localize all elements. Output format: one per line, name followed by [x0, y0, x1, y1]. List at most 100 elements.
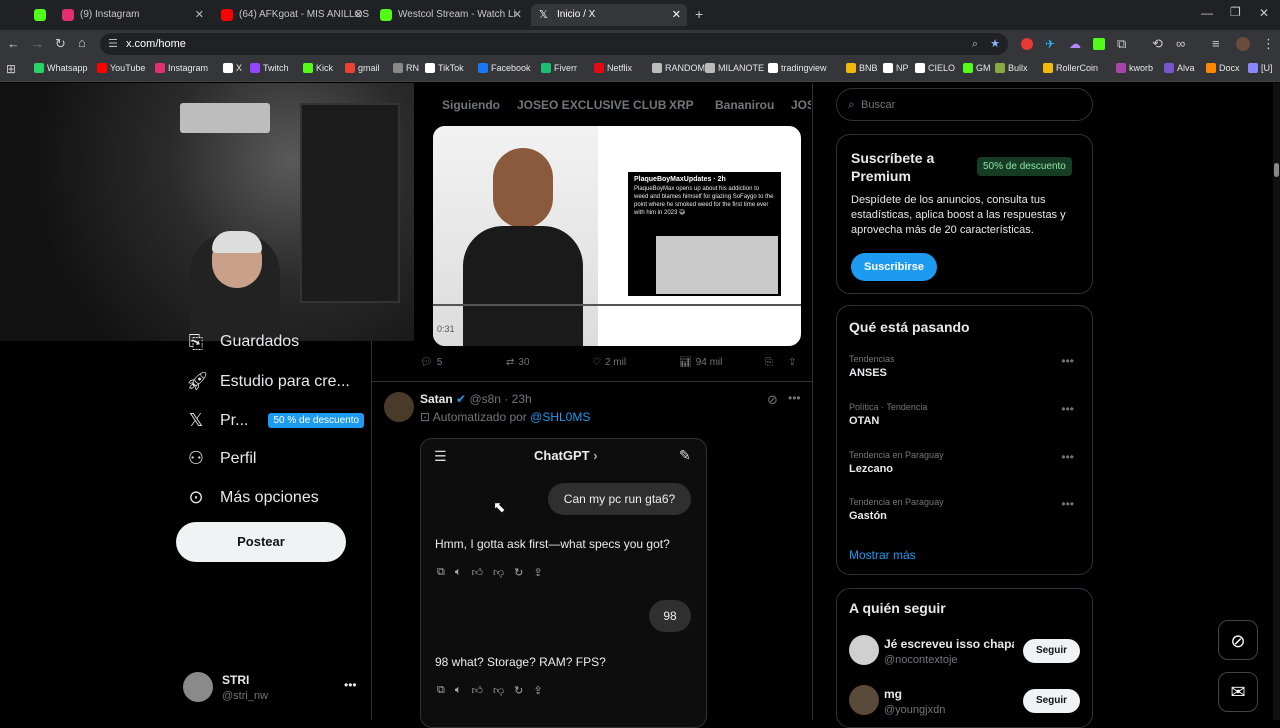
close-icon[interactable]: ✕	[195, 4, 204, 26]
automated-by-link[interactable]: @SHL0MS	[530, 410, 590, 424]
messages-button[interactable]: ✉	[1218, 672, 1258, 712]
tab-siguiendo[interactable]: Siguiendo	[442, 98, 500, 112]
forward-icon[interactable]: →	[31, 36, 44, 51]
show-more-link[interactable]: Mostrar más	[849, 548, 916, 562]
bookmark-item[interactable]: X	[223, 63, 242, 73]
share-button[interactable]: ⇪	[788, 357, 796, 368]
bookmark-item[interactable]: tradingview	[768, 63, 827, 73]
tab-youtube[interactable]: (64) AFKgoat - MIS ANILLOS DE ✕	[213, 4, 369, 26]
reading-list-icon[interactable]: ≡	[1212, 36, 1220, 51]
bookmark-item[interactable]: Whatsapp	[34, 63, 88, 73]
close-icon[interactable]: ✕	[672, 4, 681, 26]
tab-joseo[interactable]: JOSEO EXCLUSIVE CLUB	[517, 98, 666, 112]
bookmark-button[interactable]: ⎘	[765, 357, 773, 368]
reply-button[interactable]: 💬︎ 5	[420, 357, 442, 368]
trend-item[interactable]: Tendencias ANSES	[849, 354, 1079, 379]
follow-name[interactable]: Jé escreveu isso chapa...	[884, 637, 1014, 651]
bookmark-item[interactable]: kworb	[1116, 63, 1153, 73]
tab-jos[interactable]: JOS	[791, 98, 811, 112]
sidebar-item-more[interactable]: ⊙ Más opciones	[186, 487, 318, 508]
bookmark-item[interactable]: NP	[883, 63, 909, 73]
author-handle[interactable]: @s8n	[469, 392, 501, 406]
close-icon[interactable]: ✕	[513, 4, 522, 26]
views-button[interactable]: 📊︎ 94 mil	[679, 357, 722, 368]
bookmark-item[interactable]: gmail	[345, 63, 380, 73]
bookmark-item[interactable]: Netflix	[594, 63, 632, 73]
tab-x-home[interactable]: 𝕏 Inicio / X ✕	[531, 4, 687, 26]
close-window-icon[interactable]: ✕	[1259, 6, 1269, 20]
star-icon[interactable]: ★	[990, 33, 1000, 55]
sidebar-item-profile[interactable]: ⚇ Perfil	[186, 448, 257, 469]
maximize-icon[interactable]: ❐	[1230, 5, 1241, 19]
bookmark-item[interactable]: TikTok	[425, 63, 464, 73]
volume-icon[interactable]: 🔇︎	[698, 321, 706, 336]
history-icon[interactable]: ⟲	[1152, 36, 1163, 52]
like-button[interactable]: ♡ 2 mil	[592, 357, 626, 368]
more-icon[interactable]: •••	[1061, 354, 1074, 368]
profile-avatar[interactable]	[1236, 37, 1250, 51]
account-switcher[interactable]: STRI @stri_nw •••	[183, 672, 363, 706]
grok-button[interactable]: ⊘	[1218, 620, 1258, 660]
expand-icon[interactable]: ⤢	[751, 320, 761, 336]
more-icon[interactable]: •••	[788, 391, 801, 405]
bookmark-item[interactable]: Bullx	[995, 63, 1028, 73]
bookmark-item[interactable]: Twitch	[250, 63, 289, 73]
search-input[interactable]: ⌕ Buscar	[836, 88, 1093, 121]
follow-button[interactable]: Seguir	[1023, 689, 1080, 713]
bookmark-item[interactable]: RANDOM	[652, 63, 705, 73]
tab-xrp[interactable]: XRP	[669, 98, 694, 112]
tab-westcol[interactable]: Westcol Stream - Watch Li ✕	[372, 4, 528, 26]
extension-icon[interactable]: ☁	[1069, 37, 1081, 51]
bookmark-item[interactable]: RN	[393, 63, 419, 73]
bookmark-item[interactable]: Instagram	[155, 63, 208, 73]
bookmark-item[interactable]: MILANOTE	[705, 63, 764, 73]
bookmark-item[interactable]: YouTube	[97, 63, 145, 73]
tab-instagram[interactable]: (9) Instagram ✕	[54, 4, 210, 26]
reload-icon[interactable]: ↻	[55, 36, 66, 52]
bookmark-item[interactable]: Fiverr	[541, 63, 577, 73]
bookmark-item[interactable]: BNB	[846, 63, 878, 73]
extension-icon[interactable]	[1093, 38, 1105, 50]
bookmark-item[interactable]: Alva	[1164, 63, 1195, 73]
minimize-icon[interactable]: —	[1201, 6, 1213, 20]
bookmark-item[interactable]: GM	[963, 63, 991, 73]
video-progress-track[interactable]	[433, 304, 801, 306]
sidebar-item-studio[interactable]: 🚀︎ Estudio para cre...	[186, 371, 350, 392]
repost-button[interactable]: ⇄ 30	[506, 357, 530, 368]
post-button[interactable]: Postear	[176, 522, 346, 562]
subscribe-button[interactable]: Suscribirse	[851, 253, 937, 281]
scrollbar[interactable]	[1273, 83, 1280, 720]
grok-icon[interactable]: ⊘	[767, 392, 778, 408]
trend-item[interactable]: Tendencia en Paraguay Gastón	[849, 497, 1079, 522]
avatar[interactable]	[384, 392, 414, 422]
bookmark-item[interactable]: Facebook	[478, 63, 531, 73]
follow-button[interactable]: Seguir	[1023, 639, 1080, 663]
new-tab-icon[interactable]: +	[695, 6, 703, 22]
avatar[interactable]	[849, 635, 879, 665]
trend-item[interactable]: Tendencia en Paraguay Lezcano	[849, 450, 1079, 475]
trend-item[interactable]: Política · Tendencia OTAN	[849, 402, 1079, 427]
tab-bananirou[interactable]: Bananirou	[715, 98, 774, 112]
more-icon[interactable]: •••	[1061, 402, 1074, 416]
settings-icon[interactable]: ⚙	[724, 320, 736, 336]
bookmark-item[interactable]: Kick	[303, 63, 333, 73]
avatar[interactable]	[849, 685, 879, 715]
more-icon[interactable]: •••	[1061, 497, 1074, 511]
apps-icon[interactable]: ⊞	[6, 62, 16, 76]
bookmark-item[interactable]: Docx	[1206, 63, 1240, 73]
site-info-icon[interactable]: ☰	[108, 33, 118, 55]
home-icon[interactable]: ⌂	[78, 35, 86, 50]
video-player[interactable]: PlaqueBoyMaxUpdates · 2h PlaqueBoyMax op…	[433, 126, 801, 346]
close-icon[interactable]: ✕	[354, 4, 363, 26]
follow-name[interactable]: mg	[884, 687, 902, 701]
bookmark-item[interactable]: RollerCoin	[1043, 63, 1098, 73]
author-name[interactable]: Satan	[420, 392, 453, 406]
menu-icon[interactable]: ⋮	[1262, 36, 1275, 52]
more-icon[interactable]: •••	[344, 678, 357, 692]
scrollbar-thumb[interactable]	[1274, 163, 1279, 177]
url-input[interactable]: ☰ x.com/home ★ ⌕	[100, 33, 1008, 55]
zoom-icon[interactable]: ⌕	[972, 33, 978, 55]
tab-kick[interactable]	[26, 4, 54, 26]
bookmark-item[interactable]: [U]	[1248, 63, 1273, 73]
sidebar-item-guardados[interactable]: ⎘ Guardados	[186, 332, 299, 352]
